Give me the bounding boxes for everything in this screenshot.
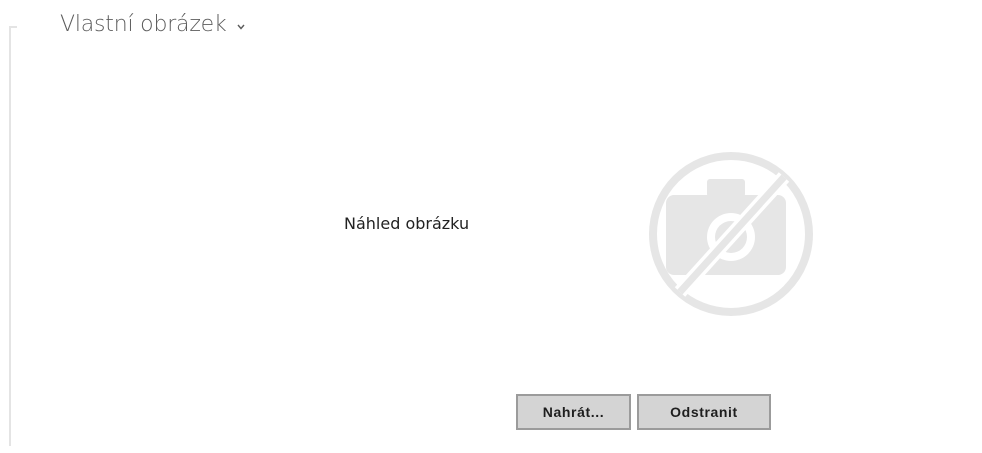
section-header[interactable]: Vlastní obrázek xyxy=(60,12,246,37)
section-frame-line xyxy=(9,26,11,446)
no-image-camera-icon xyxy=(649,152,813,316)
section-frame-corner xyxy=(9,26,17,28)
remove-button[interactable]: Odstranit xyxy=(637,394,771,430)
chevron-down-icon xyxy=(237,24,245,30)
upload-button[interactable]: Nahrát... xyxy=(516,394,631,430)
image-preview-label: Náhled obrázku xyxy=(344,214,470,233)
section-title: Vlastní obrázek xyxy=(60,12,227,37)
